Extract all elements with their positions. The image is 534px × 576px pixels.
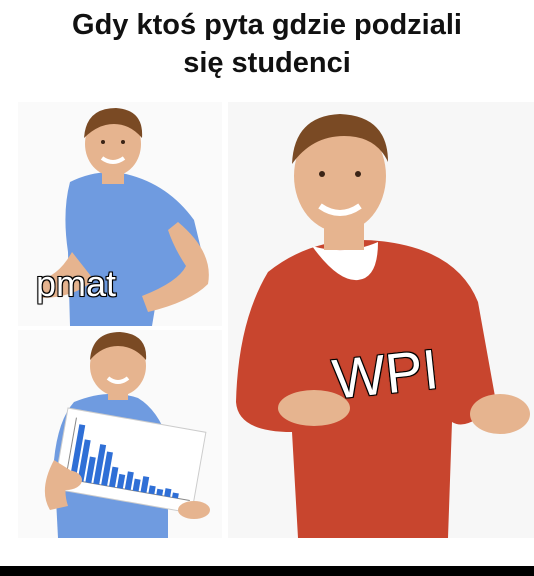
bottom-bar xyxy=(0,566,534,576)
caption-line-1: Gdy ktoś pyta gdzie podziali xyxy=(72,9,462,41)
panel-chart xyxy=(18,330,222,538)
label-pmat: pmat xyxy=(35,263,117,304)
meme-caption: Gdy ktoś pyta gdzie podziali się studenc… xyxy=(0,6,534,82)
label-wpi: WPI xyxy=(329,336,443,412)
caption-line-2: się studenci xyxy=(183,47,351,79)
person-red-sweater-illustration xyxy=(236,114,530,538)
person-holding-chart-illustration xyxy=(44,332,210,538)
panel-wpi xyxy=(228,102,534,538)
